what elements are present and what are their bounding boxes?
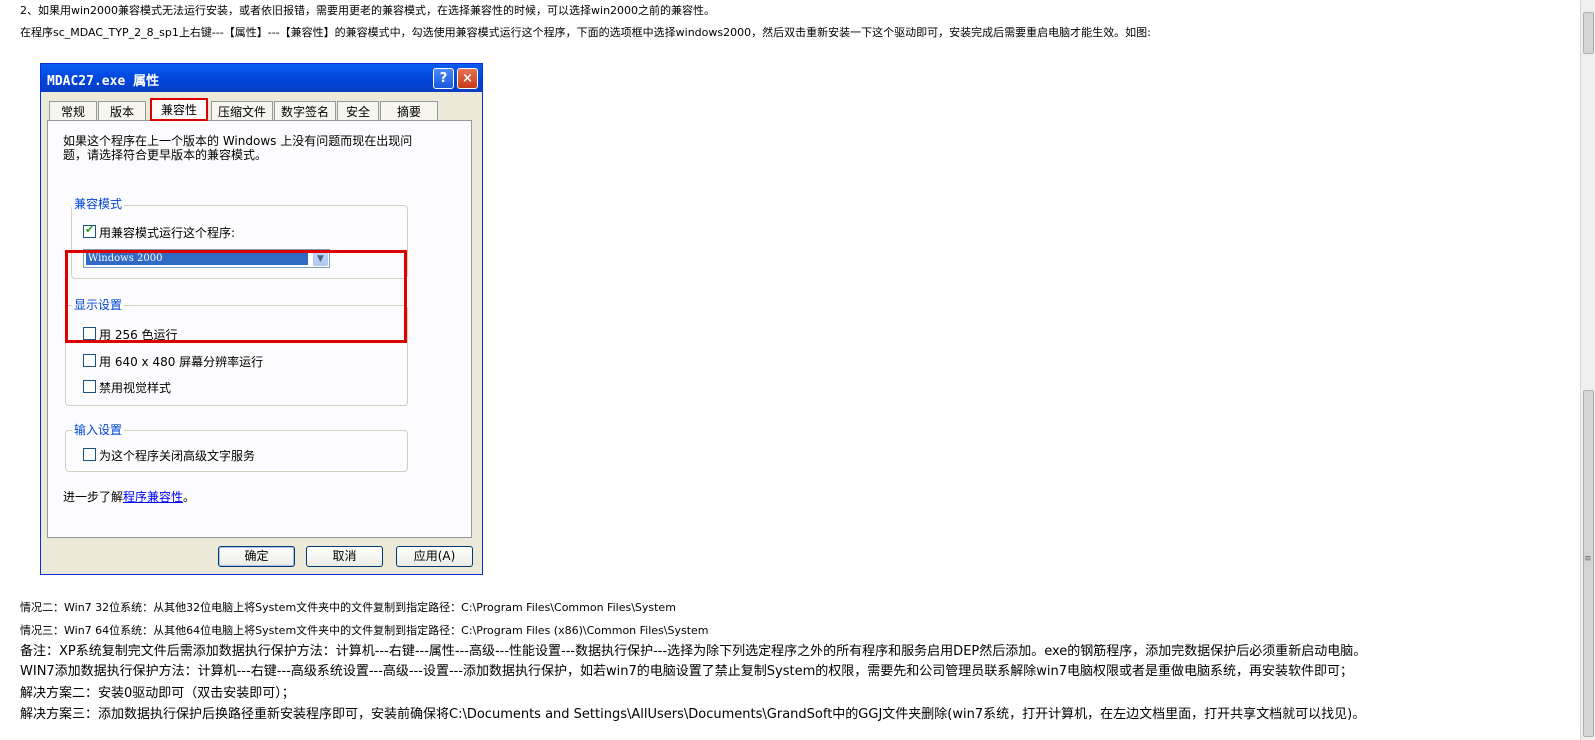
apply-button[interactable]: 应用(A) — [396, 546, 473, 567]
grip-icon: ≡ — [1584, 554, 1592, 564]
checkbox-disable-visual-styles-label: 禁用视觉样式 — [99, 381, 172, 395]
help-button[interactable]: ? — [433, 68, 454, 89]
compat-mode-checkbox[interactable]: ✔ — [83, 223, 96, 238]
compat-description: 如果这个程序在上一个版本的 Windows 上没有问题而现在出现问题，请选择符合… — [63, 134, 413, 162]
learn-more-text: 进一步了解程序兼容性。 — [63, 488, 195, 505]
checkbox-disable-text-services[interactable] — [83, 448, 96, 461]
compat-mode-highlight — [65, 250, 407, 343]
paragraph-line-5: 备注：XP系统复制完文件后需添加数据执行保护方法：计算机---右键---属性--… — [20, 644, 1367, 659]
tab-version[interactable]: 版本 — [98, 101, 146, 121]
cancel-button[interactable]: 取消 — [306, 546, 383, 567]
checkmark-icon: ✔ — [85, 223, 95, 236]
learn-more-prefix: 进一步了解 — [63, 490, 124, 504]
dialog-titlebar: MDAC27.exe 属性 ? × — [41, 64, 482, 92]
paragraph-line-8: 解决方案三：添加数据执行保护后换路径重新安装程序即可，安装前确保将C:\Docu… — [20, 707, 1366, 722]
scrollbar-upper-thumb[interactable] — [1583, 12, 1594, 54]
tab-general[interactable]: 常规 — [49, 101, 97, 121]
checkbox-640x480-label: 用 640 x 480 屏幕分辨率运行 — [99, 355, 264, 369]
tab-security[interactable]: 安全 — [337, 101, 379, 121]
learn-more-suffix: 。 — [183, 490, 196, 504]
tab-compression[interactable]: 压缩文件 — [211, 101, 273, 121]
compat-mode-checkbox-label: 用兼容模式运行这个程序: — [99, 226, 236, 240]
ok-button[interactable]: 确定 — [218, 546, 295, 567]
paragraph-line-6: WIN7添加数据执行保护方法：计算机---右键---高级系统设置---高级---… — [20, 664, 1354, 679]
tab-summary[interactable]: 摘要 — [380, 101, 438, 121]
checkbox-disable-visual-styles[interactable] — [83, 380, 96, 393]
paragraph-line-3: 情况二：Win7 32位系统：从其他32位电脑上将System文件夹中的文件复制… — [20, 601, 676, 614]
vertical-scrollbar[interactable]: ≡ — [1580, 0, 1595, 740]
learn-more-link[interactable]: 程序兼容性 — [123, 490, 183, 504]
paragraph-line-2: 在程序sc_MDAC_TYP_2_8_sp1上右键---【属性】---【兼容性】… — [20, 26, 1151, 39]
checkbox-640x480[interactable] — [83, 354, 96, 367]
paragraph-line-7: 解决方案二：安装0驱动即可（双击安装即可）； — [20, 686, 295, 701]
compat-mode-label: 兼容模式 — [72, 195, 125, 212]
checkbox-disable-text-services-label: 为这个程序关闭高级文字服务 — [99, 449, 256, 463]
input-settings-label: 输入设置 — [72, 421, 125, 438]
properties-dialog-image: MDAC27.exe 属性 ? × 常规 版本 兼容性 压缩文件 数字签名 安全… — [40, 63, 483, 575]
paragraph-line-1: 2、如果用win2000兼容模式无法运行安装，或者依旧报错，需要用更老的兼容模式… — [20, 4, 716, 17]
paragraph-line-4: 情况三：Win7 64位系统：从其他64位电脑上将System文件夹中的文件复制… — [20, 624, 709, 637]
dialog-title: MDAC27.exe 属性 — [47, 74, 160, 89]
tab-compatibility[interactable]: 兼容性 — [150, 98, 208, 121]
close-button[interactable]: × — [457, 68, 478, 89]
tab-digital-signature[interactable]: 数字签名 — [274, 101, 336, 121]
